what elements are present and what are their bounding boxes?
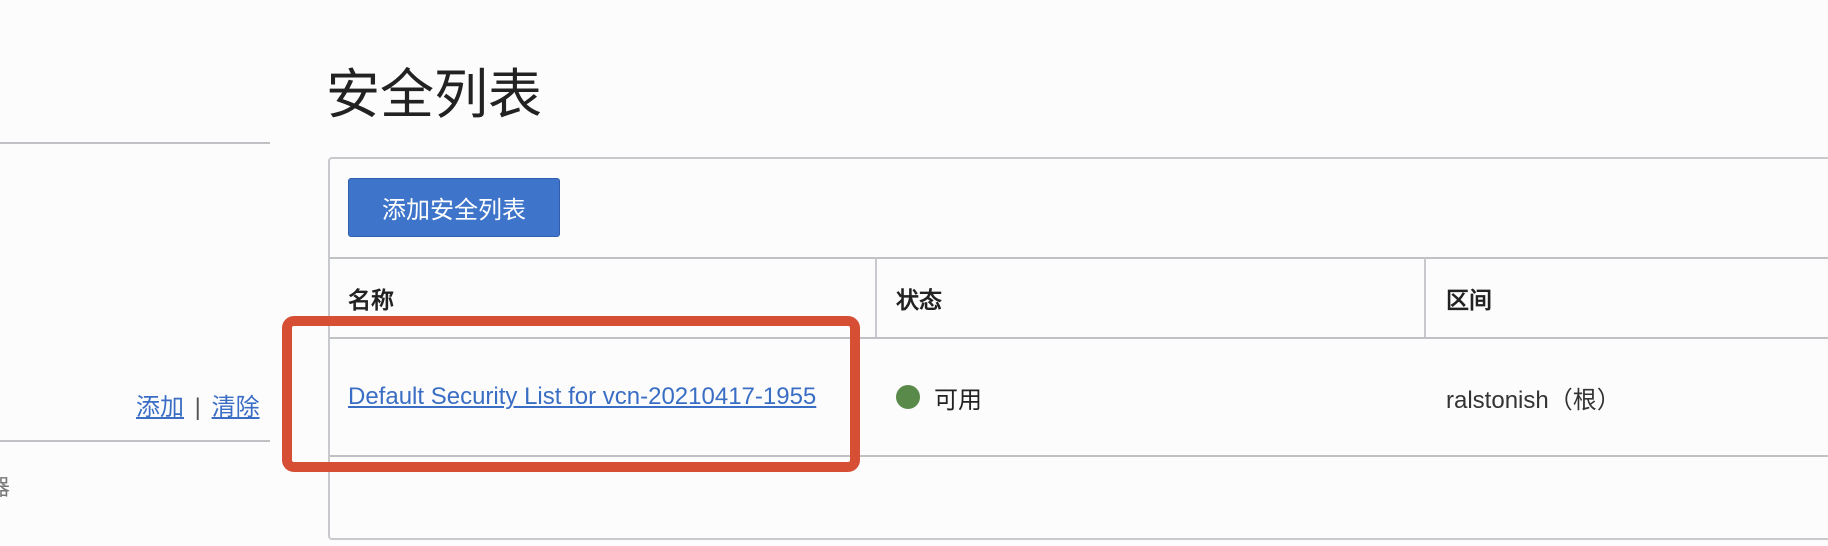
status-text: 可用 (934, 386, 982, 414)
add-security-list-button[interactable]: 添加安全列表 (348, 178, 560, 237)
compartment-text: ralstonish（根） (1446, 386, 1621, 414)
table-top-border (330, 257, 1828, 259)
status-available-icon (896, 385, 920, 409)
filter-actions: 添加 | 清除 (136, 387, 260, 422)
add-link[interactable]: 添加 (136, 394, 184, 421)
highlight-box (282, 316, 860, 472)
sidebar-divider (0, 142, 270, 144)
separator: | (194, 394, 201, 421)
column-header-compartment[interactable]: 区间 (1426, 258, 1492, 338)
clear-link[interactable]: 清除 (212, 394, 260, 421)
page-title: 安全列表 (326, 65, 542, 125)
truncated-text: 器 (0, 470, 10, 502)
sidebar-divider-2 (0, 440, 270, 442)
column-header-status[interactable]: 状态 (876, 258, 942, 338)
